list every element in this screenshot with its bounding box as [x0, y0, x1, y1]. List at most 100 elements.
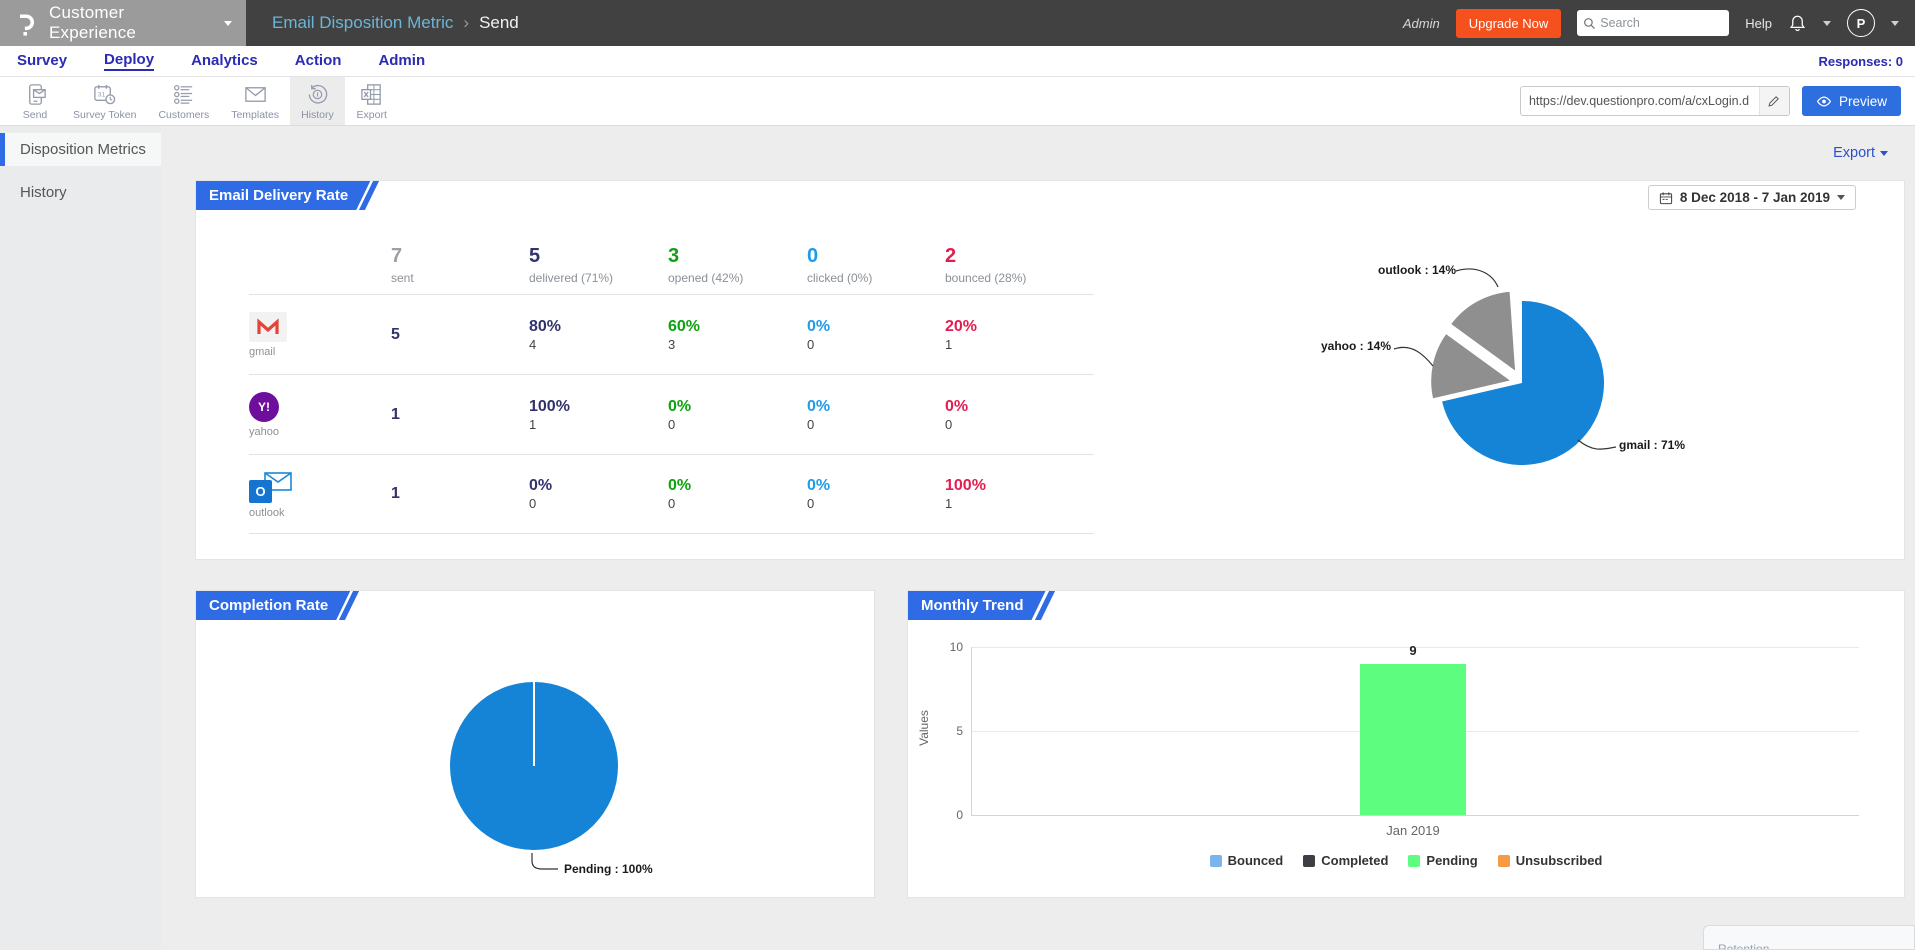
- search-input[interactable]: [1600, 16, 1710, 30]
- cell-sent: 1: [391, 485, 529, 503]
- app-window: Customer Experience Email Disposition Me…: [0, 0, 1915, 950]
- legend-pending[interactable]: Pending: [1408, 853, 1477, 868]
- provider-yahoo: Y! yahoo: [249, 392, 391, 438]
- yahoo-icon: Y!: [249, 392, 279, 422]
- pie-label-outlook: outlook : 14%: [1336, 263, 1456, 277]
- breadcrumb-survey-link[interactable]: Email Disposition Metric: [272, 13, 453, 33]
- toolbar-templates-button[interactable]: Templates: [220, 77, 290, 125]
- provider-label: gmail: [249, 346, 275, 358]
- toolbar-customers-button[interactable]: Customers: [147, 77, 220, 125]
- legend-swatch-bounced: [1210, 855, 1222, 867]
- avatar[interactable]: P: [1847, 9, 1875, 37]
- toolbar-export-label: Export: [357, 109, 387, 121]
- stat-opened: 3opened (42%): [668, 245, 807, 285]
- main-nav: Survey Deploy Analytics Action Admin Res…: [0, 46, 1915, 77]
- export-dropdown[interactable]: Export: [1833, 145, 1888, 161]
- top-header: Customer Experience Email Disposition Me…: [0, 0, 1915, 46]
- nav-item-analytics[interactable]: Analytics: [191, 52, 258, 70]
- upgrade-now-button[interactable]: Upgrade Now: [1456, 9, 1562, 38]
- stat-bounced: 2bounced (28%): [945, 245, 1094, 285]
- legend-swatch-completed: [1303, 855, 1315, 867]
- legend-label: Bounced: [1228, 853, 1284, 868]
- table-row-yahoo: Y! yahoo 1 100%1 0%0 0%0 0%0: [249, 374, 1094, 454]
- survey-token-icon: 31: [92, 82, 117, 107]
- bar-pending-jan-2019[interactable]: [1360, 664, 1466, 815]
- notifications-bell-icon[interactable]: [1788, 13, 1807, 33]
- header-actions: Admin Upgrade Now Help P: [1403, 9, 1915, 38]
- preview-button[interactable]: Preview: [1802, 86, 1901, 116]
- provider-outlook: O outlook: [249, 470, 391, 519]
- legend-swatch-unsubscribed: [1498, 855, 1510, 867]
- table-row-outlook: O outlook 1 0%0 0%0 0%0 100%1: [249, 454, 1094, 534]
- delivery-pie-chart: [1306, 211, 1746, 541]
- nav-item-deploy[interactable]: Deploy: [104, 51, 154, 71]
- sidebar-item-disposition-metrics[interactable]: Disposition Metrics: [0, 133, 161, 166]
- preview-label: Preview: [1839, 94, 1887, 109]
- card-ribbon: Monthly Trend: [908, 591, 1048, 620]
- pencil-icon: [1767, 94, 1781, 108]
- cell-clicked: 0%0: [807, 398, 945, 432]
- templates-icon: [243, 82, 268, 107]
- cell-bounced: 20%1: [945, 318, 1094, 352]
- pie-label-pending: Pending : 100%: [564, 862, 653, 876]
- email-delivery-rate-card: Email Delivery Rate 8 Dec 2018 - 7 Jan 2…: [195, 180, 1905, 560]
- x-tick-jan-2019: Jan 2019: [1360, 823, 1466, 838]
- legend-completed[interactable]: Completed: [1303, 853, 1388, 868]
- toolbar-history-label: History: [301, 109, 334, 121]
- cell-delivered: 0%0: [529, 477, 668, 511]
- legend-swatch-pending: [1408, 855, 1420, 867]
- search-icon: [1583, 17, 1596, 30]
- admin-link[interactable]: Admin: [1403, 16, 1440, 31]
- provider-label: yahoo: [249, 426, 279, 438]
- history-icon: [305, 82, 330, 107]
- cell-clicked: 0%0: [807, 477, 945, 511]
- legend-label: Pending: [1426, 853, 1477, 868]
- chevron-down-icon[interactable]: [1891, 21, 1899, 26]
- y-axis-title: Values: [917, 710, 931, 746]
- date-range-picker[interactable]: 8 Dec 2018 - 7 Jan 2019: [1648, 185, 1856, 210]
- cell-sent: 5: [391, 326, 529, 344]
- global-search[interactable]: [1577, 10, 1729, 36]
- legend-bounced[interactable]: Bounced: [1210, 853, 1284, 868]
- completion-pie-chart: [346, 651, 766, 901]
- survey-url-box: [1520, 86, 1790, 116]
- table-row-gmail: gmail 5 80%4 60%3 0%0 20%1: [249, 294, 1094, 374]
- svg-text:31: 31: [98, 91, 106, 98]
- nav-item-action[interactable]: Action: [295, 52, 342, 70]
- product-switcher[interactable]: Customer Experience: [0, 0, 246, 46]
- help-link[interactable]: Help: [1745, 16, 1772, 31]
- monthly-trend-card: Monthly Trend Values 10 5 0 9 Jan 2019: [907, 590, 1905, 898]
- chevron-right-icon: ›: [463, 13, 469, 33]
- sidebar: Disposition Metrics History: [0, 126, 161, 950]
- questionpro-logo-icon: [16, 10, 37, 37]
- main-content: Export Email Delivery Rate: [161, 126, 1915, 950]
- leader-line: [1456, 269, 1498, 287]
- legend-label: Completed: [1321, 853, 1388, 868]
- toolbar-send-button[interactable]: Send: [8, 77, 62, 125]
- card-title: Monthly Trend: [908, 591, 1046, 620]
- sidebar-item-history[interactable]: History: [0, 172, 161, 209]
- legend-unsubscribed[interactable]: Unsubscribed: [1498, 853, 1603, 868]
- retention-tab[interactable]: Retention: [1703, 925, 1915, 950]
- export-label: Export: [1833, 145, 1875, 161]
- pie-label-yahoo: yahoo : 14%: [1256, 339, 1391, 353]
- chevron-down-icon[interactable]: [1823, 21, 1831, 26]
- cell-opened: 0%0: [668, 477, 807, 511]
- toolbar-right: Preview: [1520, 77, 1915, 125]
- survey-url-input[interactable]: [1521, 94, 1759, 108]
- completion-rate-card: Completion Rate Pending : 100%: [195, 590, 875, 898]
- avatar-initial: P: [1857, 16, 1866, 31]
- nav-item-admin[interactable]: Admin: [378, 52, 425, 70]
- toolbar-survey-token-button[interactable]: 31 Survey Token: [62, 77, 147, 125]
- nav-item-survey[interactable]: Survey: [17, 52, 67, 70]
- deploy-toolbar: Send 31 Survey Token: [0, 77, 1915, 126]
- edit-url-button[interactable]: [1759, 87, 1789, 115]
- provider-label: outlook: [249, 507, 284, 519]
- send-icon: [23, 82, 48, 107]
- card-title: Email Delivery Rate: [196, 181, 370, 210]
- cell-opened: 0%0: [668, 398, 807, 432]
- gmail-icon: [249, 312, 287, 342]
- chevron-down-icon: [1880, 151, 1888, 156]
- toolbar-history-button[interactable]: History: [290, 77, 345, 125]
- toolbar-export-button[interactable]: Export: [345, 77, 399, 125]
